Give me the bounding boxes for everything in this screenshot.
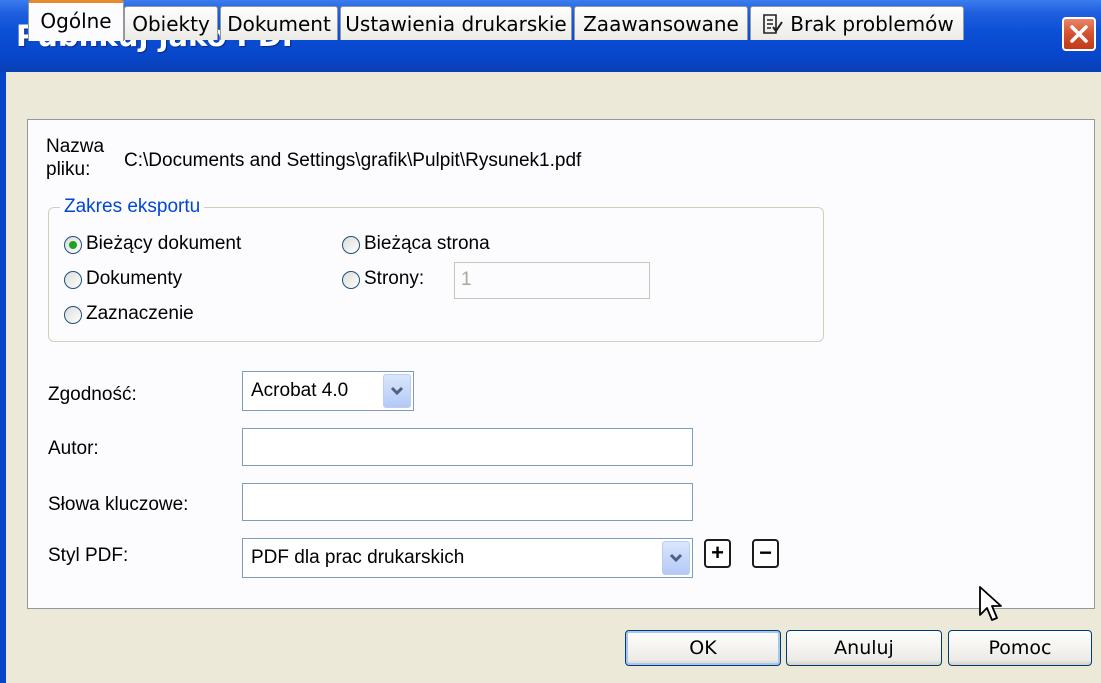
chevron-down-icon (390, 386, 404, 396)
cancel-button[interactable]: Anuluj (786, 630, 942, 666)
mouse-cursor-icon (979, 586, 1002, 621)
radio-current-document[interactable] (64, 236, 82, 254)
compatibility-select[interactable]: Acrobat 4.0 (242, 371, 414, 411)
general-tab-panel (27, 119, 1095, 609)
radio-current-page[interactable] (342, 236, 360, 254)
chevron-down-icon (669, 553, 683, 563)
filename-label-line1: Nazwa (46, 136, 105, 157)
ok-button[interactable]: OK (625, 630, 781, 666)
tab-label: Zaawansowane (583, 12, 739, 36)
compatibility-dropdown-button[interactable] (383, 374, 411, 408)
compatibility-value: Acrobat 4.0 (251, 380, 349, 401)
tab-general[interactable]: Ogólne (28, 0, 124, 41)
author-label: Autor: (48, 438, 99, 459)
remove-style-button[interactable]: − (752, 539, 779, 568)
author-field[interactable] (242, 428, 693, 466)
checklist-icon (763, 14, 784, 34)
tab-label: Ustawienia drukarskie (345, 12, 567, 36)
help-button[interactable]: Pomoc (948, 630, 1092, 666)
close-button[interactable] (1062, 17, 1096, 51)
tab-label: Ogólne (40, 9, 112, 33)
tab-label: Dokument (227, 12, 331, 36)
keywords-field[interactable] (242, 483, 693, 521)
filename-label-line2: pliku: (46, 159, 91, 180)
tab-document[interactable]: Dokument (220, 6, 338, 40)
tab-no-problems[interactable]: Brak problemów (750, 6, 964, 40)
tab-label: Obiekty (132, 12, 210, 36)
radio-documents[interactable] (64, 271, 82, 289)
add-style-button[interactable]: + (704, 539, 731, 568)
radio-selection[interactable] (64, 306, 82, 324)
radio-documents-label[interactable]: Dokumenty (86, 268, 182, 290)
window-frame (0, 72, 6, 683)
radio-current-page-label[interactable]: Bieżąca strona (364, 233, 490, 255)
pdf-style-value: PDF dla prac drukarskich (251, 547, 465, 568)
pdf-style-label: Styl PDF: (48, 545, 129, 566)
compatibility-label: Zgodność: (48, 384, 137, 405)
radio-selection-label[interactable]: Zaznaczenie (86, 303, 194, 325)
tab-label: Brak problemów (790, 12, 954, 36)
pdf-style-dropdown-button[interactable] (662, 541, 690, 575)
tab-objects[interactable]: Obiekty (124, 6, 218, 40)
close-icon (1070, 25, 1088, 43)
export-range-title: Zakres eksportu (60, 196, 205, 218)
pdf-style-select[interactable]: PDF dla prac drukarskich (242, 538, 693, 578)
keywords-label: Słowa kluczowe: (48, 494, 189, 515)
publish-pdf-dialog: Publikuj jako PDF Ogólne Obiekty Dokumen… (0, 0, 1101, 683)
radio-pages[interactable] (342, 271, 360, 289)
tab-advanced[interactable]: Zaawansowane (574, 6, 748, 40)
radio-pages-label[interactable]: Strony: (364, 268, 424, 290)
pages-field[interactable]: 1 (454, 262, 650, 299)
tab-print-settings[interactable]: Ustawienia drukarskie (340, 6, 572, 40)
radio-current-document-label[interactable]: Bieżący dokument (86, 233, 241, 255)
filename-value: C:\Documents and Settings\grafik\Pulpit\… (124, 150, 582, 171)
